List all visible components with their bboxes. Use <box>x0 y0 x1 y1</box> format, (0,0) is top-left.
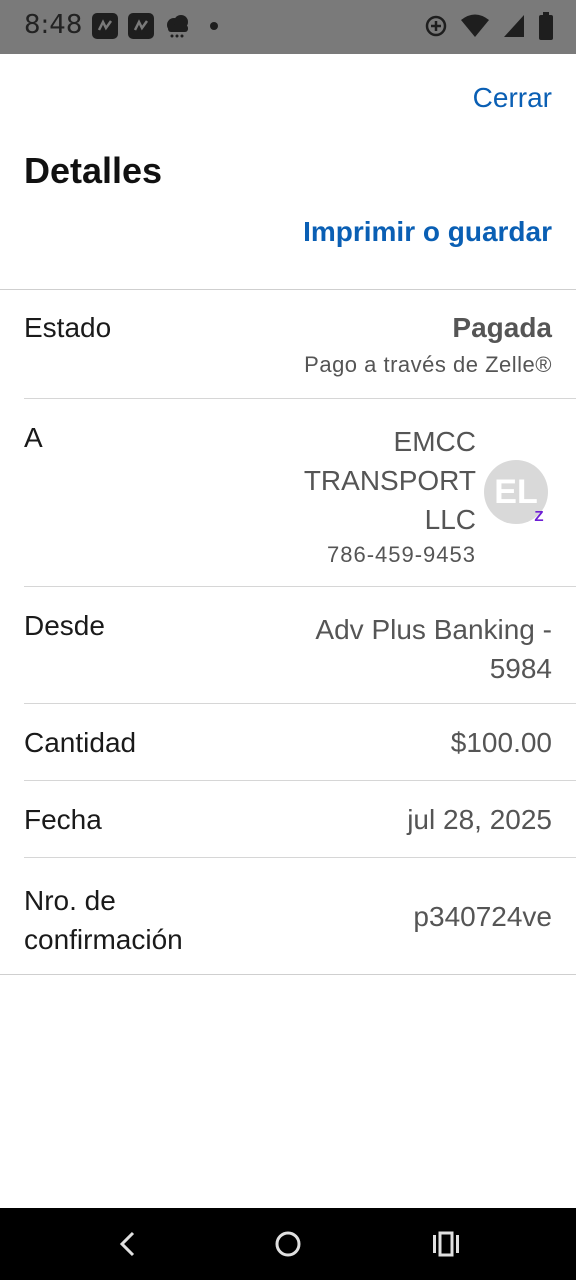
print-or-save-button[interactable]: Imprimir o guardar <box>303 216 552 248</box>
confirmation-label-line: confirmación <box>24 924 183 955</box>
payee-name-line: LLC <box>424 504 476 535</box>
date-value: jul 28, 2025 <box>407 804 552 835</box>
status-value: Pagada <box>452 312 552 343</box>
more-notifications-dot-icon <box>210 22 218 30</box>
from-account-line: Adv Plus Banking - <box>315 614 552 645</box>
signal-icon <box>504 15 524 37</box>
date-label: Fecha <box>24 804 102 835</box>
payee-name: EMCC TRANSPORT LLC <box>276 422 476 539</box>
from-account-line: 5984 <box>489 653 552 684</box>
from-account: Adv Plus Banking - 5984 <box>315 610 552 688</box>
navigation-bar <box>0 1208 576 1280</box>
wifi-icon <box>461 14 489 37</box>
payee-name-line: TRANSPORT <box>303 465 476 496</box>
weather-cloud-icon <box>167 15 188 38</box>
divider <box>24 857 576 858</box>
amount-value: $100.00 <box>450 727 552 758</box>
payment-method: Pago a través de Zelle® <box>304 352 552 377</box>
to-label: A <box>24 422 43 453</box>
divider <box>24 780 576 781</box>
divider <box>24 703 576 704</box>
divider <box>0 974 576 975</box>
data-saver-icon <box>425 15 447 37</box>
details-sheet: Cerrar Detalles Imprimir o guardar Estad… <box>0 54 576 1208</box>
app-notification-icon <box>128 13 154 39</box>
payee-name-line: EMCC <box>393 426 476 457</box>
divider <box>24 586 576 587</box>
home-icon[interactable] <box>272 1228 304 1260</box>
divider <box>24 398 576 399</box>
zelle-badge-icon: Z <box>534 508 544 525</box>
status-label: Estado <box>24 312 112 343</box>
divider <box>0 289 576 290</box>
amount-label: Cantidad <box>24 727 137 758</box>
battery-icon <box>539 12 553 40</box>
status-time: 8:48 <box>24 10 83 40</box>
confirmation-number: p340724ve <box>413 901 552 932</box>
close-button[interactable]: Cerrar <box>473 82 552 114</box>
page-title: Detalles <box>24 150 163 191</box>
status-bar: 8:48 <box>0 0 576 54</box>
recent-apps-icon[interactable] <box>430 1228 462 1260</box>
avatar-initials: EL <box>494 472 538 511</box>
app-notification-icon <box>92 13 118 39</box>
notification-icons <box>92 13 218 39</box>
back-icon[interactable] <box>112 1228 144 1260</box>
from-label: Desde <box>24 610 105 641</box>
confirmation-label-line: Nro. de <box>24 885 116 916</box>
system-icons <box>424 12 554 40</box>
payee-phone: 786-459-9453 <box>326 542 476 567</box>
confirmation-label: Nro. de confirmación <box>24 881 183 959</box>
